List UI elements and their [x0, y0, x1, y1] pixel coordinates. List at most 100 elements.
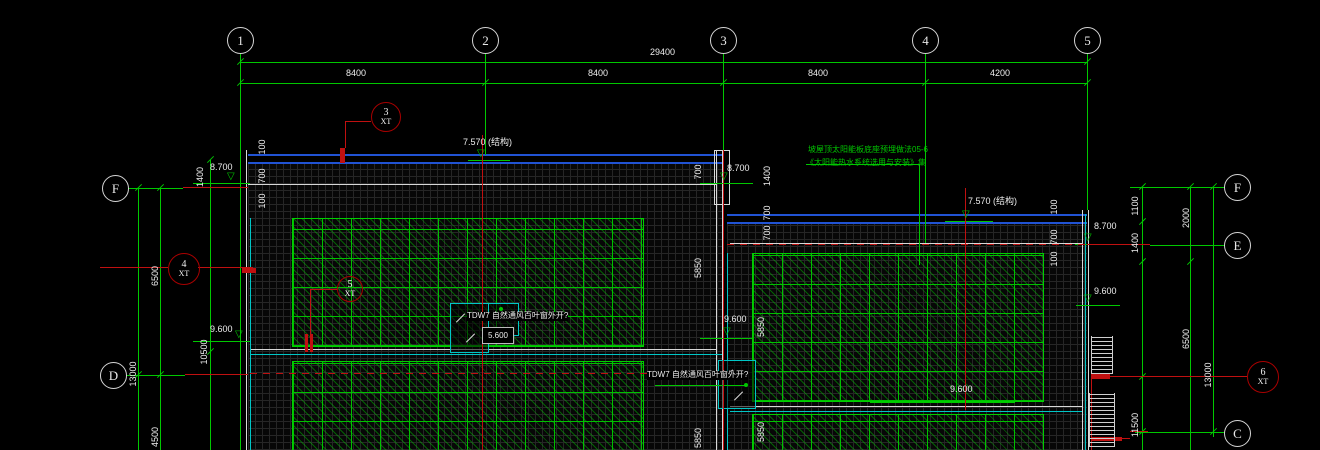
dim-label: 1400	[195, 167, 205, 187]
level-marker-icon: ▽	[1084, 233, 1092, 243]
grid-bubble-label: 4	[922, 33, 929, 49]
solar-panel-array	[752, 414, 1044, 450]
level-label: 5.600	[482, 327, 514, 344]
grid-bubble-E-right: E	[1224, 232, 1251, 259]
level-line	[870, 402, 1015, 403]
grid-bubble-F-left: F	[102, 175, 129, 202]
drainage-line	[250, 354, 722, 355]
dim-label: 13000	[128, 361, 138, 386]
dim-line	[160, 188, 161, 450]
grid-bubble-label: C	[1233, 426, 1242, 442]
dim-label: 1400	[762, 166, 772, 186]
grid-bubble-3: 3	[710, 27, 737, 54]
dim-label: 700	[1049, 229, 1059, 244]
xt-code: XT	[345, 290, 356, 298]
dim-label: 8400	[346, 69, 366, 79]
grid-bubble-label: 1	[237, 33, 244, 49]
note-text: 坡屋顶太阳能板底座预埋做法05-6	[808, 146, 928, 155]
dim-label: 100	[1049, 199, 1059, 214]
level-label: 7.570 (结构)	[463, 138, 512, 148]
grid-line-3	[723, 53, 724, 150]
dim-label: 29400	[650, 48, 675, 58]
dim-label: 4500	[150, 427, 160, 447]
dim-line	[1142, 187, 1143, 450]
xt-leader-line	[1092, 376, 1247, 377]
level-label: 9.600	[724, 315, 747, 325]
ladder-hatch	[1091, 336, 1113, 374]
louver-leader-line	[655, 385, 746, 386]
dim-label: 8400	[588, 69, 608, 79]
level-label: 8.700	[727, 164, 750, 174]
dim-label: 700	[693, 164, 703, 179]
drainage-line	[730, 411, 1082, 412]
axis-red-line	[1087, 244, 1150, 245]
grid-bubble-label: E	[1234, 238, 1242, 254]
dim-label: 13000	[1203, 362, 1213, 387]
grid-line-5	[1087, 53, 1088, 210]
dim-label: 10500	[199, 339, 209, 364]
dim-label: 5850	[693, 428, 703, 448]
dim-label: 4200	[990, 69, 1010, 79]
level-marker-icon: ▽	[723, 327, 731, 337]
axis-red-line	[183, 187, 248, 188]
pipe-connection	[305, 334, 308, 352]
level-line	[700, 183, 753, 184]
level-line	[945, 221, 993, 222]
level-line	[700, 338, 753, 339]
dim-label: 5850	[756, 422, 766, 442]
dim-label: 1400	[1130, 233, 1140, 253]
dim-line	[138, 188, 139, 450]
dim-label: 700	[762, 205, 772, 220]
dim-label: 700	[762, 225, 772, 240]
dim-line-total	[240, 62, 1087, 63]
dim-line	[210, 160, 211, 450]
xt-marker-6: 6 XT	[1247, 361, 1279, 393]
grid-bubble-4: 4	[912, 27, 939, 54]
grid-bubble-label: 5	[1084, 33, 1091, 49]
wall-line	[1082, 210, 1083, 450]
grid-bubble-2: 2	[472, 27, 499, 54]
dim-label: 6500	[1181, 329, 1191, 349]
pipe-connection	[310, 334, 313, 352]
grid-bubble-D-left: D	[100, 362, 127, 389]
ladder-hatch	[1089, 393, 1115, 447]
level-marker-icon: ▽	[477, 149, 485, 159]
level-marker-icon: ▽	[1084, 294, 1092, 304]
drainage-line	[250, 218, 251, 450]
pipe-riser-line	[482, 135, 483, 450]
dim-label: 100	[1049, 251, 1059, 266]
grid-bubble-label: F	[1234, 180, 1241, 196]
note-text: 《太阳能热水系统选用与安装》集	[806, 159, 926, 168]
grid-bubble-1: 1	[227, 27, 254, 54]
pipe-riser-line	[723, 150, 724, 450]
grid-bubble-F-right: F	[1224, 174, 1251, 201]
axis-red-dashed	[727, 244, 1087, 245]
wall-line	[246, 150, 247, 450]
roof-edge-line	[727, 214, 1087, 216]
level-line	[1076, 305, 1120, 306]
grid-bubble-label: F	[112, 181, 119, 197]
xt-marker-3: 3 XT	[371, 102, 401, 132]
louver-label: TDW7 自然通风百叶窗外开?	[467, 312, 568, 321]
level-marker-icon: ▽	[962, 210, 970, 220]
level-label: 8.700	[210, 163, 233, 173]
leader-dot	[744, 383, 748, 387]
xt-marker-4: 4 XT	[168, 253, 200, 285]
dim-label: 6500	[150, 266, 160, 286]
grid-line-E	[1150, 245, 1225, 246]
xt-leader-line	[345, 121, 371, 122]
dim-label: 5850	[693, 258, 703, 278]
dim-label: 5850	[756, 317, 766, 337]
grid-bubble-5: 5	[1074, 27, 1101, 54]
xt-code: XT	[1258, 378, 1269, 386]
solar-panel-array	[752, 253, 1044, 402]
axis-red-line	[185, 374, 248, 375]
level-line	[468, 160, 510, 161]
cad-drawing-canvas: ▽ ▽ ▽ ▽ ▽ ▽ ▽ ▽ 29400 8400 8400 8400 420…	[0, 0, 1320, 450]
dim-label: 2000	[1181, 208, 1191, 228]
level-label: 8.700	[1094, 222, 1117, 232]
level-marker-icon: ▽	[227, 172, 235, 182]
dim-label: 700	[257, 168, 267, 183]
pipe-connection	[340, 148, 345, 163]
grid-bubble-label: 3	[720, 33, 727, 49]
